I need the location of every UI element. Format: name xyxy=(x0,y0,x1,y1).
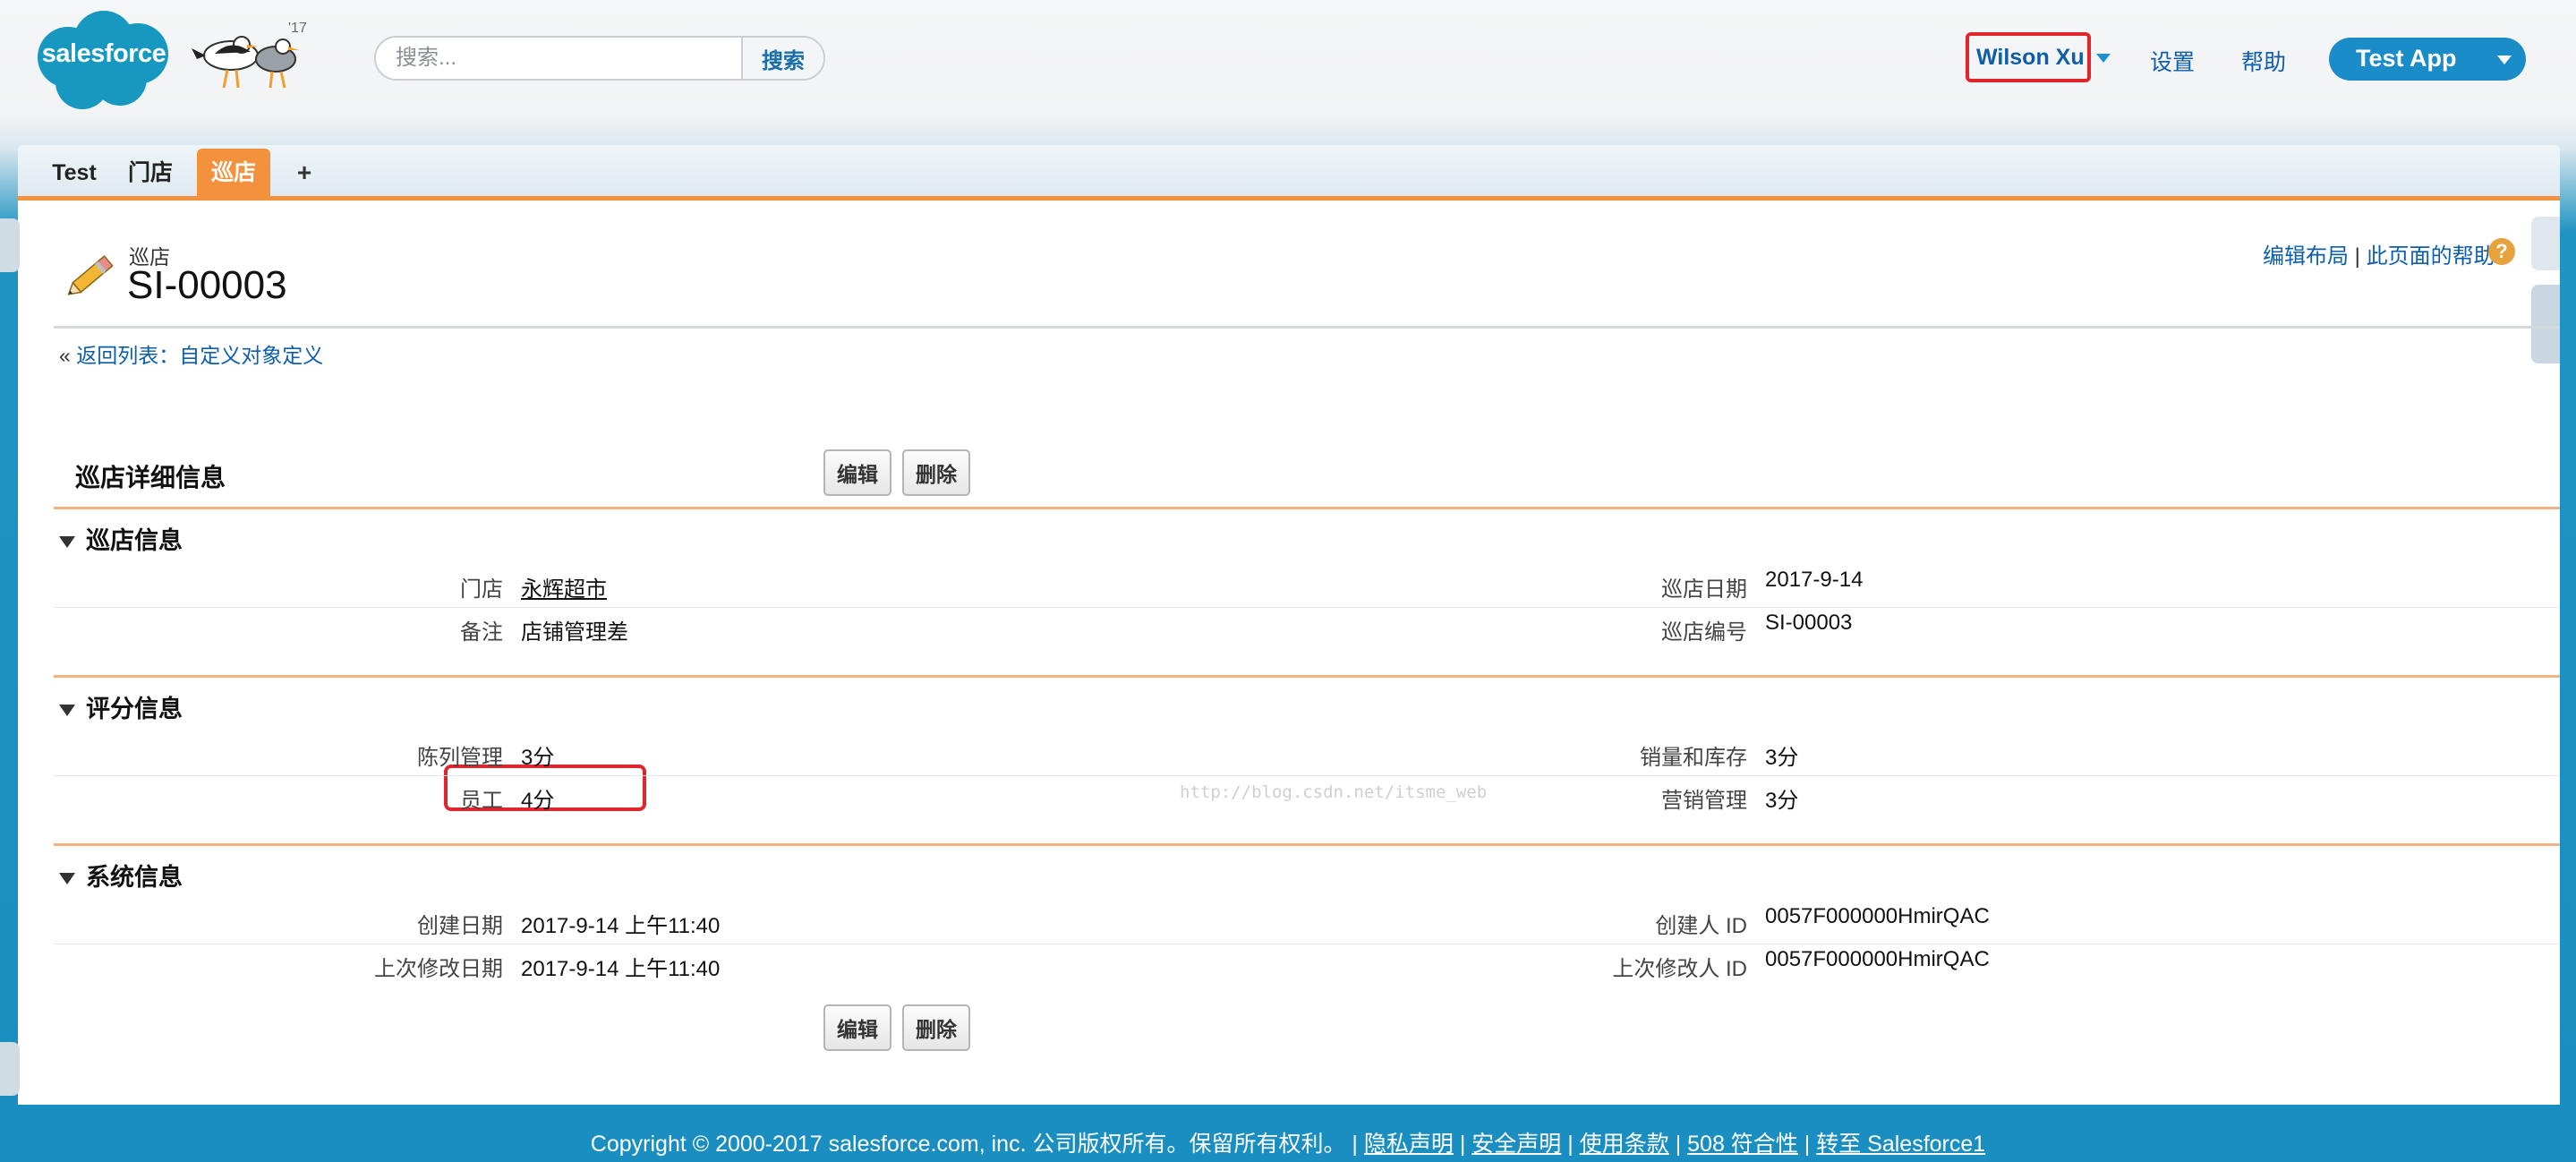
section-divider xyxy=(54,675,2560,678)
field-value-staff: 4分 xyxy=(521,789,555,813)
footer-security-link[interactable]: 安全声明 xyxy=(1471,1132,1561,1157)
field-value-store[interactable]: 永辉超市 xyxy=(521,571,607,602)
collapse-triangle-icon xyxy=(59,873,75,885)
user-menu-caret-icon[interactable] xyxy=(2096,54,2111,63)
field-value-sales-stock: 3分 xyxy=(1765,746,1799,770)
footer-copyright: Copyright © 2000-2017 salesforce.com, in… xyxy=(590,1132,1346,1157)
field-value-visit-number: SI-00003 xyxy=(1765,611,1853,635)
footer-508-link[interactable]: 508 符合性 xyxy=(1687,1132,1798,1157)
page-title: SI-00003 xyxy=(127,263,287,307)
sidebar-toggle-top[interactable] xyxy=(2531,217,2560,270)
section-system-info[interactable]: 系统信息 xyxy=(59,858,183,893)
back-arrow-icon: « xyxy=(59,344,71,367)
help-icon[interactable]: ? xyxy=(2488,238,2515,265)
tab-stores[interactable]: 门店 xyxy=(124,156,177,201)
search-box: 搜索 xyxy=(374,36,825,81)
mascot-birds-icon: '17 xyxy=(188,20,322,91)
field-value-modified-date: 2017-9-14 上午11:40 xyxy=(521,957,721,981)
tab-add-plus-icon[interactable]: + xyxy=(286,156,322,201)
footer-terms-link[interactable]: 使用条款 xyxy=(1580,1132,1669,1157)
field-value-notes: 店铺管理差 xyxy=(521,620,628,645)
delete-button-bottom[interactable]: 删除 xyxy=(902,1004,970,1051)
field-value-modified-by[interactable]: 0057F000000HmirQAC xyxy=(1765,947,1990,972)
salesforce-logo[interactable]: salesforce xyxy=(27,4,181,111)
field-value-created-by[interactable]: 0057F000000HmirQAC xyxy=(1765,904,1990,929)
left-sidebar-handle-bottom[interactable] xyxy=(0,1042,20,1096)
field-label-created-date: 创建日期 xyxy=(417,914,503,938)
main-content: 巡店 SI-00003 编辑布局 | 此页面的帮助 ? « 返回列表：自定义对象… xyxy=(18,201,2560,1105)
collapse-triangle-icon xyxy=(59,705,75,717)
link-separator: | xyxy=(2354,244,2360,269)
search-button[interactable]: 搜索 xyxy=(741,38,823,79)
logo-text: salesforce xyxy=(41,39,166,68)
field-label-sales-stock: 销量和库存 xyxy=(1640,746,1747,770)
app-switcher-button[interactable]: Test App xyxy=(2329,38,2526,81)
pencil-icon xyxy=(64,244,124,303)
title-divider xyxy=(54,326,2560,329)
field-label-modified-by: 上次修改人 ID xyxy=(1612,957,1747,981)
field-value-created-date: 2017-9-14 上午11:40 xyxy=(521,914,721,938)
svg-text:'17: '17 xyxy=(288,21,307,36)
delete-button-top[interactable]: 删除 xyxy=(902,449,970,496)
back-to-list: « 返回列表：自定义对象定义 xyxy=(59,338,323,369)
row-divider xyxy=(54,607,2560,608)
field-value-visit-date: 2017-9-14 xyxy=(1765,568,1864,592)
tab-store-visit[interactable]: 巡店 xyxy=(197,149,270,197)
search-input[interactable] xyxy=(376,38,741,79)
section-divider xyxy=(54,507,2560,509)
field-value-display: 3分 xyxy=(521,746,555,770)
field-label-visit-number: 巡店编号 xyxy=(1661,620,1747,645)
user-menu-name[interactable]: Wilson Xu xyxy=(1976,45,2085,71)
detail-section-heading: 巡店详细信息 xyxy=(75,464,226,491)
app-switcher-label: Test App xyxy=(2356,45,2457,72)
field-label-modified-date: 上次修改日期 xyxy=(374,957,503,981)
field-label-visit-date: 巡店日期 xyxy=(1661,577,1747,602)
left-sidebar-handle-top[interactable] xyxy=(0,218,20,272)
footer-salesforce1-link[interactable]: 转至 Salesforce1 xyxy=(1816,1132,1985,1157)
field-label-staff: 员工 xyxy=(460,789,503,813)
field-label-store: 门店 xyxy=(460,577,503,602)
edit-button-top[interactable]: 编辑 xyxy=(823,449,891,496)
section-divider xyxy=(54,843,2560,846)
tab-bar: Test 门店 巡店 + xyxy=(18,145,2560,201)
field-label-marketing: 营销管理 xyxy=(1661,789,1747,813)
collapse-triangle-icon xyxy=(59,536,75,549)
page-help-link[interactable]: 此页面的帮助 xyxy=(2367,244,2495,269)
footer-privacy-link[interactable]: 隐私声明 xyxy=(1364,1132,1454,1157)
field-label-notes: 备注 xyxy=(460,620,503,645)
section-score-info[interactable]: 评分信息 xyxy=(59,689,183,724)
field-label-created-by: 创建人 ID xyxy=(1655,914,1747,938)
tab-test[interactable]: Test xyxy=(43,156,106,201)
sidebar-collapse-arrow-icon[interactable] xyxy=(2531,285,2560,363)
help-link[interactable]: 帮助 xyxy=(2241,45,2286,77)
chevron-down-icon xyxy=(2497,56,2512,64)
field-label-display: 陈列管理 xyxy=(417,746,503,770)
footer: Copyright © 2000-2017 salesforce.com, in… xyxy=(590,1132,1986,1157)
field-value-marketing: 3分 xyxy=(1765,789,1799,813)
watermark-text: http://blog.csdn.net/itsme_web xyxy=(1180,782,1488,802)
edit-button-bottom[interactable]: 编辑 xyxy=(823,1004,891,1051)
section-store-visit-info[interactable]: 巡店信息 xyxy=(59,521,183,556)
edit-layout-link[interactable]: 编辑布局 xyxy=(2263,244,2349,269)
page-top-links: 编辑布局 | 此页面的帮助 xyxy=(2263,238,2495,269)
row-divider xyxy=(54,775,2560,776)
header: salesforce '17 搜索 Wilson Xu 设置 帮助 Test A… xyxy=(0,0,2576,125)
back-to-list-link[interactable]: 返回列表：自定义对象定义 xyxy=(76,344,323,367)
settings-link[interactable]: 设置 xyxy=(2150,45,2195,77)
